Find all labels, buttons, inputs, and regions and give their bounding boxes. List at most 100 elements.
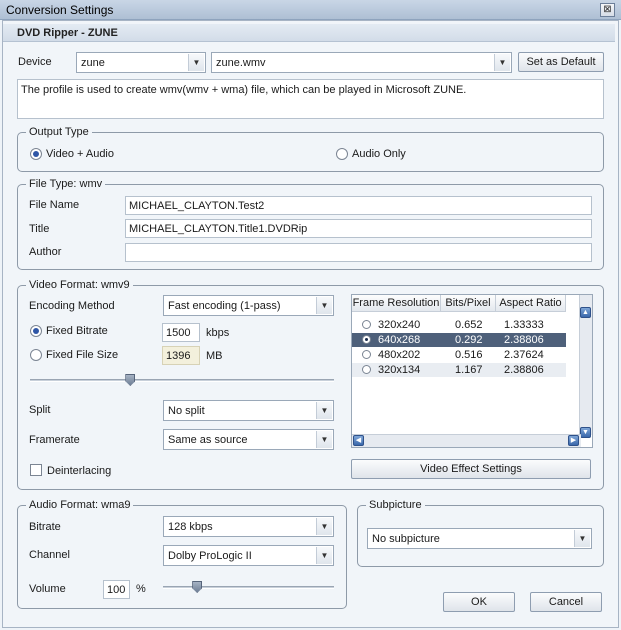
framerate-select[interactable]: Same as source ▼: [163, 429, 334, 450]
audio-format-title: Audio Format: wma9: [26, 499, 134, 511]
fixed-bitrate-field[interactable]: 1500: [162, 323, 200, 342]
vertical-scrollbar[interactable]: ▲ ▼: [579, 295, 592, 438]
aspect-ratio-cell: 2.37624: [504, 349, 544, 361]
fixed-file-size-radio[interactable]: [30, 349, 42, 361]
deinterlacing-checkbox[interactable]: [30, 464, 42, 476]
split-select[interactable]: No split ▼: [163, 400, 334, 421]
resolution-table[interactable]: Frame Resolution Bits/Pixel Aspect Ratio…: [351, 294, 593, 448]
subpicture-title: Subpicture: [366, 499, 425, 511]
video-audio-label: Video + Audio: [46, 148, 114, 160]
bits-per-pixel-cell: 1.167: [455, 364, 483, 376]
set-as-default-button[interactable]: Set as Default: [518, 52, 604, 72]
audio-bitrate-select[interactable]: 128 kbps ▼: [163, 516, 334, 537]
volume-value: 100: [107, 584, 126, 596]
ok-button[interactable]: OK: [443, 592, 515, 612]
fixed-file-size-value: 1396: [166, 350, 191, 362]
file-name-label: File Name: [29, 199, 80, 211]
author-field[interactable]: [125, 243, 592, 262]
deinterlacing-label: Deinterlacing: [47, 465, 112, 477]
audio-bitrate-value: 128 kbps: [168, 521, 213, 533]
horizontal-scrollbar[interactable]: ◀ ▶: [352, 434, 581, 447]
fixed-bitrate-radio[interactable]: [30, 325, 42, 337]
bits-per-pixel-cell: 0.292: [455, 334, 483, 346]
fixed-file-size-label: Fixed File Size: [46, 349, 119, 361]
bits-per-pixel-cell: 0.516: [455, 349, 483, 361]
device-select-value: zune: [81, 57, 105, 69]
framerate-value: Same as source: [168, 434, 248, 446]
volume-label: Volume: [29, 583, 66, 595]
window-title: Conversion Settings: [6, 3, 114, 17]
cancel-button[interactable]: Cancel: [530, 592, 602, 612]
encoding-method-select[interactable]: Fast encoding (1-pass) ▼: [163, 295, 334, 316]
video-effect-settings-button[interactable]: Video Effect Settings: [351, 459, 591, 479]
output-type-title: Output Type: [26, 126, 92, 138]
close-icon[interactable]: ⊠: [600, 3, 615, 17]
volume-unit: %: [136, 583, 146, 595]
aspect-ratio-cell: 2.38806: [504, 364, 544, 376]
profile-select[interactable]: zune.wmv ▼: [211, 52, 512, 73]
audio-only-label: Audio Only: [352, 148, 406, 160]
resolution-row[interactable]: 320x240 0.652 1.33333: [352, 318, 566, 332]
resolution-radio[interactable]: [362, 335, 371, 344]
resolution-row[interactable]: 480x202 0.516 2.37624: [352, 348, 566, 362]
profile-select-value: zune.wmv: [216, 57, 266, 69]
dialog-header: DVD Ripper - ZUNE: [3, 24, 615, 42]
fixed-bitrate-value: 1500: [166, 327, 191, 339]
fixed-bitrate-unit: kbps: [206, 327, 230, 339]
chevron-down-icon: ▼: [188, 54, 204, 71]
column-header-aspect-ratio[interactable]: Aspect Ratio: [496, 295, 566, 312]
resolution-radio[interactable]: [362, 320, 371, 329]
resolution-cell: 320x134: [378, 364, 421, 376]
chevron-down-icon: ▼: [316, 402, 332, 419]
file-type-title: File Type: wmv: [26, 178, 106, 190]
chevron-down-icon: ▼: [316, 518, 332, 535]
resolution-cell: 640x268: [378, 334, 421, 346]
title-value: MICHAEL_CLAYTON.Title1.DVDRip: [129, 223, 308, 235]
chevron-down-icon: ▼: [574, 530, 590, 547]
channel-label: Channel: [29, 549, 70, 561]
resolution-radio[interactable]: [362, 350, 371, 359]
scroll-right-icon[interactable]: ▶: [568, 435, 579, 446]
file-name-value: MICHAEL_CLAYTON.Test2: [129, 200, 265, 212]
fixed-bitrate-label: Fixed Bitrate: [46, 325, 108, 337]
chevron-down-icon: ▼: [316, 297, 332, 314]
split-value: No split: [168, 405, 205, 417]
chevron-down-icon: ▼: [494, 54, 510, 71]
resolution-radio[interactable]: [362, 365, 371, 374]
resolution-row[interactable]: 640x268 0.292 2.38806: [352, 333, 566, 347]
audio-only-radio[interactable]: [336, 148, 348, 160]
chevron-down-icon: ▼: [316, 431, 332, 448]
channel-value: Dolby ProLogic II: [168, 550, 252, 562]
video-format-title: Video Format: wmv9: [26, 279, 133, 291]
file-name-field[interactable]: MICHAEL_CLAYTON.Test2: [125, 196, 592, 215]
column-header-bits-per-pixel[interactable]: Bits/Pixel: [441, 295, 496, 312]
title-field[interactable]: MICHAEL_CLAYTON.Title1.DVDRip: [125, 219, 592, 238]
scroll-left-icon[interactable]: ◀: [353, 435, 364, 446]
encoding-method-label: Encoding Method: [29, 300, 115, 312]
title-label: Title: [29, 223, 50, 235]
subpicture-select[interactable]: No subpicture ▼: [367, 528, 592, 549]
framerate-label: Framerate: [29, 434, 80, 446]
resolution-cell: 320x240: [378, 319, 421, 331]
subpicture-value: No subpicture: [372, 533, 440, 545]
aspect-ratio-cell: 1.33333: [504, 319, 544, 331]
window-titlebar: Conversion Settings ⊠: [0, 0, 621, 20]
chevron-down-icon: ▼: [316, 547, 332, 564]
video-audio-radio[interactable]: [30, 148, 42, 160]
resolution-row[interactable]: 320x134 1.167 2.38806: [352, 363, 566, 377]
fixed-file-size-field[interactable]: 1396: [162, 346, 200, 365]
device-select[interactable]: zune ▼: [76, 52, 206, 73]
profile-description-box: The profile is used to create wmv(wmv + …: [17, 79, 604, 119]
channel-select[interactable]: Dolby ProLogic II ▼: [163, 545, 334, 566]
scroll-up-icon[interactable]: ▲: [580, 307, 591, 318]
author-label: Author: [29, 246, 62, 258]
dialog-heading: DVD Ripper - ZUNE: [17, 27, 118, 39]
scroll-down-icon[interactable]: ▼: [580, 427, 591, 438]
split-label: Split: [29, 404, 51, 416]
bits-per-pixel-cell: 0.652: [455, 319, 483, 331]
audio-bitrate-label: Bitrate: [29, 521, 61, 533]
column-header-resolution[interactable]: Frame Resolution: [352, 295, 441, 312]
volume-slider-track[interactable]: [163, 586, 334, 589]
bitrate-slider-track[interactable]: [30, 379, 334, 382]
volume-field[interactable]: 100: [103, 580, 130, 599]
